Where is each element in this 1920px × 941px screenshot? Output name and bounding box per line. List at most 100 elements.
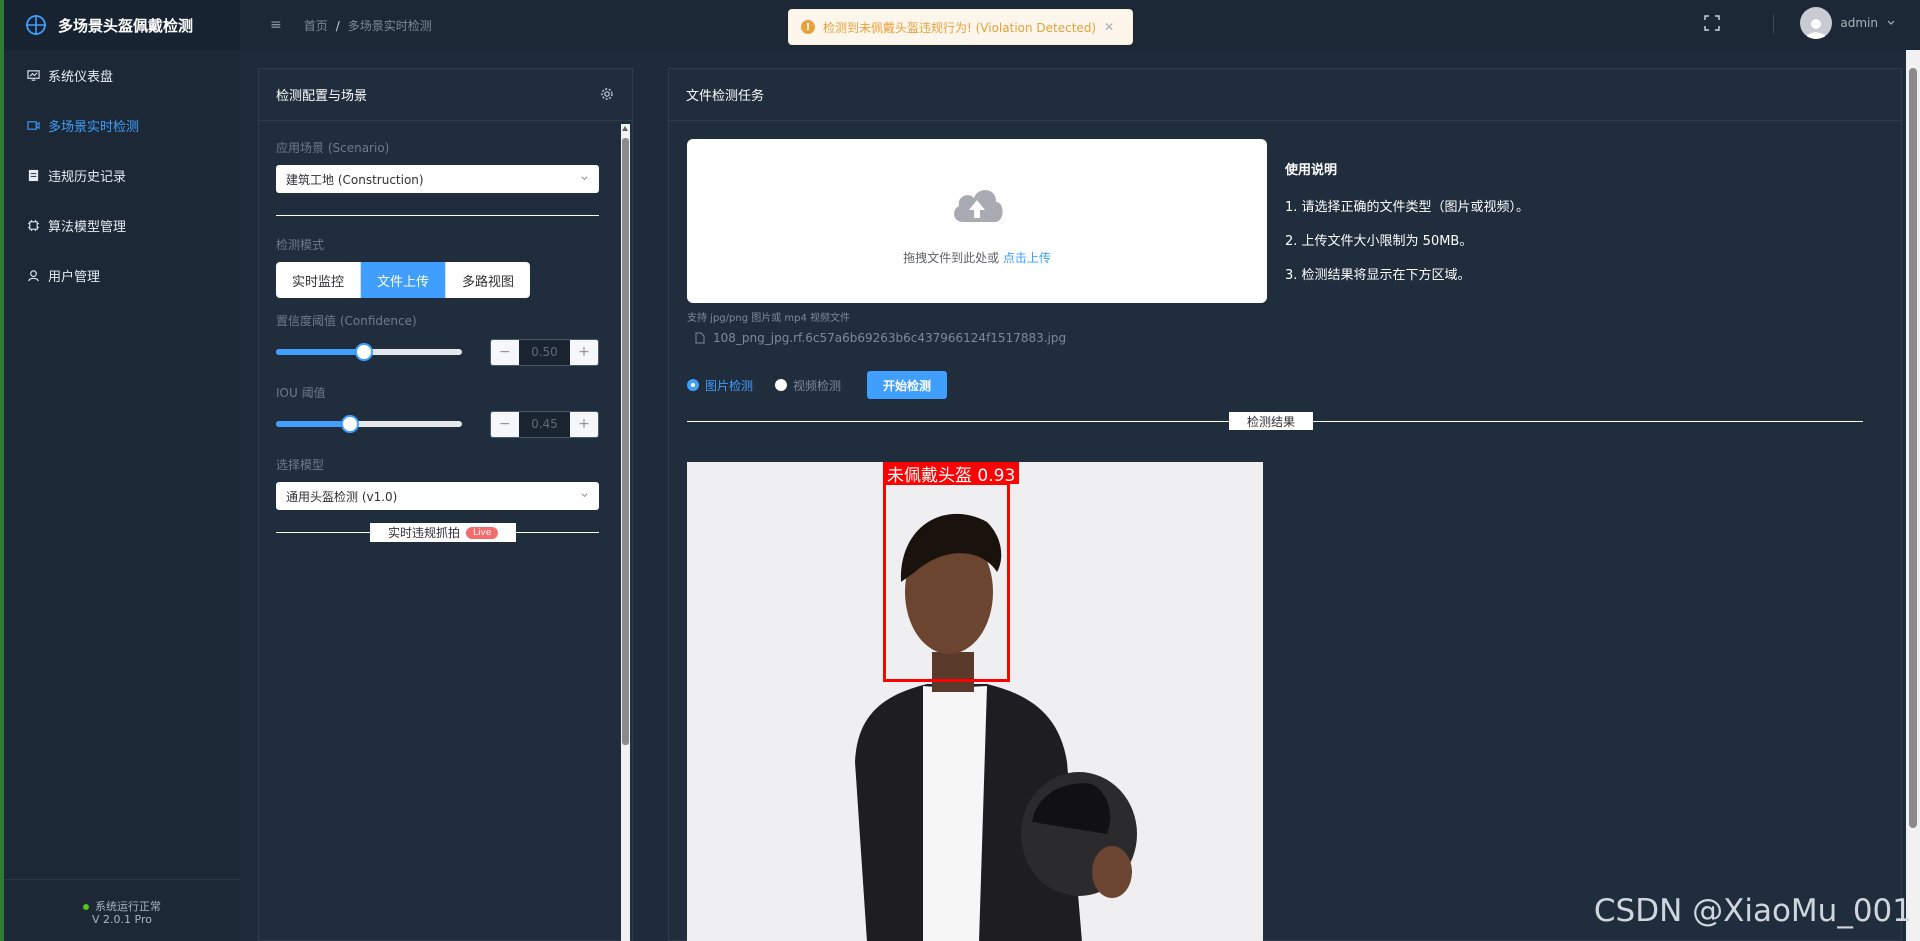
capture-label: 实时违规抓拍 xyxy=(388,526,461,540)
upload-dropzone[interactable]: 拖拽文件到此处或 点击上传 xyxy=(687,139,1267,303)
gear-icon[interactable] xyxy=(600,87,614,101)
avatar xyxy=(1800,7,1833,39)
sidebar: 多场景头盔佩戴检测 系统仪表盘 多场景实时检测 违规历史记录 算法模型管理 用户… xyxy=(0,0,240,941)
scroll-up-icon[interactable] xyxy=(622,126,628,131)
task-panel: 文件检测任务 拖拽文件到此处或 点击上传 支持 jpg/png 图片或 mp4 … xyxy=(668,68,1902,941)
sidebar-item-dashboard[interactable]: 系统仪表盘 xyxy=(4,50,240,100)
uploaded-file[interactable]: 108_png_jpg.rf.6c57a6b69263b6c437966124f… xyxy=(695,331,1066,345)
toast-message: 检测到未佩戴头盔违规行为! (Violation Detected) xyxy=(823,20,1097,35)
model-select[interactable]: 通用头盔检测 (v1.0) xyxy=(276,482,599,510)
chevron-down-icon xyxy=(581,493,588,498)
detection-box xyxy=(883,482,1010,682)
system-status: 系统运行正常 V 2.0.1 Pro xyxy=(4,879,240,941)
scenario-select[interactable]: 建筑工地 (Construction) xyxy=(276,165,599,193)
user-icon xyxy=(26,268,40,282)
radio-label: 图片检测 xyxy=(705,378,754,393)
instructions: 使用说明 1. 请选择正确的文件类型（图片或视频）。 2. 上传文件大小限制为 … xyxy=(1285,159,1529,298)
sidebar-item-violation-history[interactable]: 违规历史记录 xyxy=(4,150,240,200)
menu-toggle-icon[interactable]: ≡ xyxy=(270,17,282,33)
slider-fill xyxy=(276,349,365,355)
fullscreen-icon[interactable] xyxy=(1704,15,1720,31)
mode-label: 检测模式 xyxy=(276,238,325,252)
sidebar-item-label: 系统仪表盘 xyxy=(48,69,114,85)
model-label: 选择模型 xyxy=(276,458,325,472)
user-menu[interactable]: admin xyxy=(1800,7,1896,39)
iou-value[interactable]: 0.45 xyxy=(518,411,570,437)
chevron-down-icon xyxy=(581,176,588,181)
version-text: V 2.0.1 Pro xyxy=(92,913,152,926)
instructions-title: 使用说明 xyxy=(1285,163,1338,178)
mode-button-group: 实时监控 文件上传 多路视图 xyxy=(276,262,530,298)
warning-icon: ! xyxy=(801,20,815,34)
detection-type: 图片检测 视频检测 开始检测 xyxy=(687,371,948,399)
decrement-button[interactable]: − xyxy=(490,339,519,365)
breadcrumb: 首页 / 多场景实时检测 xyxy=(303,18,432,33)
violation-toast: ! 检测到未佩戴头盔违规行为! (Violation Detected) ✕ xyxy=(788,9,1133,45)
file-name: 108_png_jpg.rf.6c57a6b69263b6c437966124f… xyxy=(713,331,1067,345)
scenario-label: 应用场景 (Scenario) xyxy=(276,141,390,155)
radio-circle xyxy=(775,379,788,391)
task-title: 文件检测任务 xyxy=(686,89,765,104)
sidebar-item-model-management[interactable]: 算法模型管理 xyxy=(4,200,240,250)
video-camera-icon xyxy=(26,118,40,132)
radio-image-detection[interactable]: 图片检测 xyxy=(687,377,753,394)
iou-slider[interactable] xyxy=(276,415,462,433)
instruction-item: 1. 请选择正确的文件类型（图片或视频）。 xyxy=(1285,200,1530,215)
panel-scrollbar[interactable] xyxy=(621,124,630,941)
watermark: CSDN @XiaoMu_001 xyxy=(1593,893,1912,929)
slider-handle[interactable] xyxy=(341,415,360,433)
mode-upload-button[interactable]: 文件上传 xyxy=(361,262,446,298)
logo[interactable]: 多场景头盔佩戴检测 xyxy=(4,0,240,50)
mode-realtime-button[interactable]: 实时监控 xyxy=(276,262,361,298)
scrollbar-thumb[interactable] xyxy=(622,138,629,745)
result-image: 未佩戴头盔 0.93 xyxy=(687,462,1263,941)
start-detection-button[interactable]: 开始检测 xyxy=(867,371,948,399)
click-upload-link[interactable]: 点击上传 xyxy=(1003,251,1051,265)
sidebar-menu: 系统仪表盘 多场景实时检测 违规历史记录 算法模型管理 用户管理 xyxy=(4,50,240,300)
instruction-item: 3. 检测结果将显示在下方区域。 xyxy=(1285,268,1471,283)
confidence-value[interactable]: 0.50 xyxy=(518,339,570,365)
confidence-row: − 0.50 + xyxy=(276,338,599,366)
sidebar-item-label: 违规历史记录 xyxy=(48,169,127,185)
breadcrumb-current: 多场景实时检测 xyxy=(347,18,432,33)
close-icon[interactable]: ✕ xyxy=(1104,20,1114,34)
radio-circle xyxy=(687,379,699,391)
scenario-value: 建筑工地 (Construction) xyxy=(286,172,424,187)
increment-button[interactable]: + xyxy=(570,411,598,437)
result-divider: 检测结果 xyxy=(687,412,1863,430)
breadcrumb-home[interactable]: 首页 xyxy=(304,19,328,33)
decrement-button[interactable]: − xyxy=(490,411,519,437)
cloud-upload-icon xyxy=(954,190,1003,222)
detection-label: 未佩戴头盔 0.93 xyxy=(883,462,1020,486)
chevron-down-icon xyxy=(1887,20,1895,25)
slider-handle[interactable] xyxy=(355,343,374,361)
section-divider xyxy=(276,215,599,216)
capture-divider: 实时违规抓拍 Live xyxy=(276,523,599,542)
page-scrollbar[interactable] xyxy=(1906,50,1920,941)
sidebar-item-user-management[interactable]: 用户管理 xyxy=(4,250,240,300)
slider-fill xyxy=(276,421,351,427)
sidebar-item-realtime-detection[interactable]: 多场景实时检测 xyxy=(4,100,240,150)
mode-multiview-button[interactable]: 多路视图 xyxy=(446,262,530,298)
crosshair-logo-icon xyxy=(26,15,46,35)
app-title: 多场景头盔佩戴检测 xyxy=(58,16,194,35)
config-panel-header: 检测配置与场景 xyxy=(259,69,632,121)
config-title: 检测配置与场景 xyxy=(276,89,368,104)
sidebar-item-label: 用户管理 xyxy=(48,269,101,285)
scrollbar-thumb[interactable] xyxy=(1909,68,1917,828)
radio-video-detection[interactable]: 视频检测 xyxy=(775,377,841,394)
config-form: 应用场景 (Scenario) 建筑工地 (Construction) 检测模式… xyxy=(259,121,616,542)
confidence-stepper: − 0.50 + xyxy=(489,338,599,366)
config-panel: 检测配置与场景 应用场景 (Scenario) 建筑工地 (Constructi… xyxy=(258,68,633,941)
dashboard-icon xyxy=(26,68,40,82)
iou-stepper: − 0.45 + xyxy=(489,410,599,438)
model-value: 通用头盔检测 (v1.0) xyxy=(286,489,398,504)
confidence-slider[interactable] xyxy=(276,343,462,361)
confidence-label: 置信度阈值 (Confidence) xyxy=(276,314,417,328)
capture-title: 实时违规抓拍 Live xyxy=(370,523,517,542)
result-title: 检测结果 xyxy=(1229,412,1314,430)
radio-label: 视频检测 xyxy=(793,378,842,393)
sidebar-item-label: 多场景实时检测 xyxy=(48,119,140,135)
status-dot-icon xyxy=(83,904,89,910)
increment-button[interactable]: + xyxy=(570,339,598,365)
